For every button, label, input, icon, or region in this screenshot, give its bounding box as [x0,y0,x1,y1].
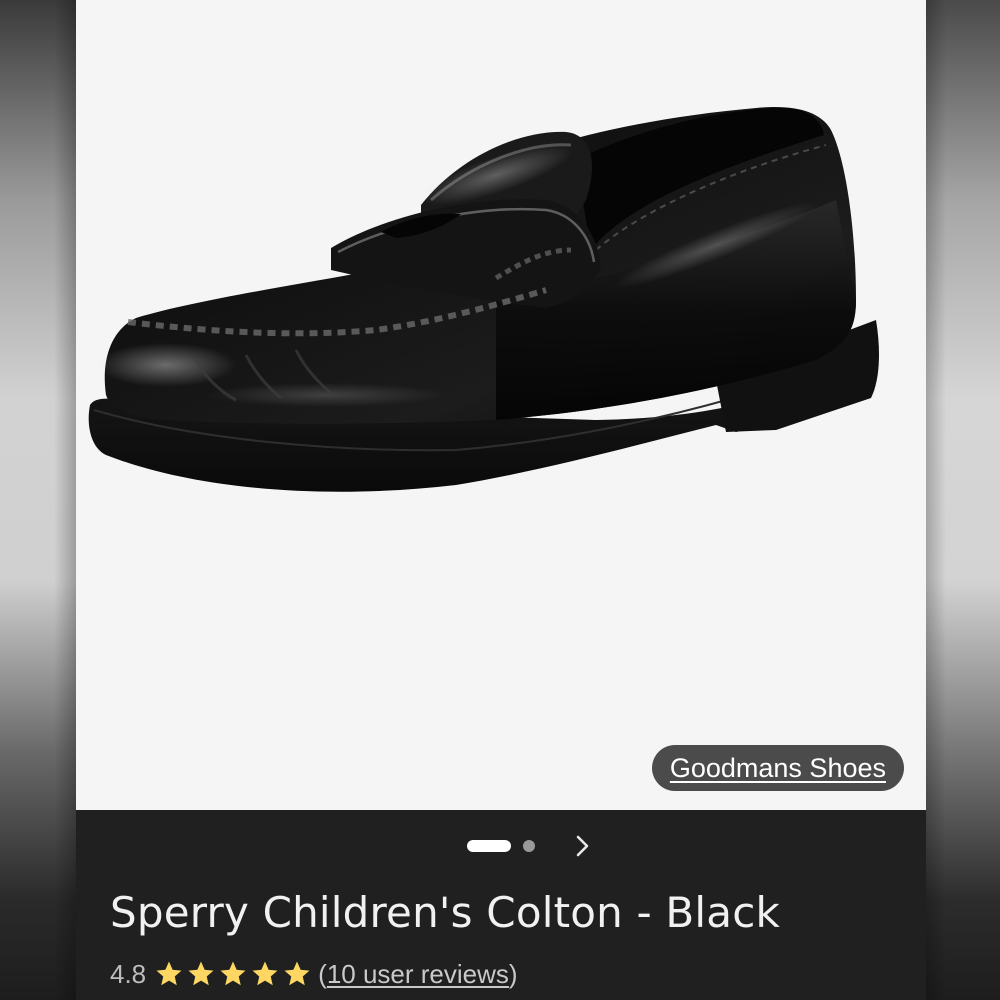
reviews-close-paren: ) [508,958,518,989]
pager-dot[interactable] [523,840,535,852]
chevron-right-icon [576,835,589,857]
reviews-link[interactable]: (10 user reviews) [318,959,517,990]
source-chip[interactable]: Goodmans Shoes [651,745,904,791]
product-card: Goodmans Shoes Sperry Children's Colton … [76,0,926,1000]
image-pager [76,828,926,864]
reviews-open-paren: ( [318,958,327,989]
rating-value: 4.8 [110,958,147,989]
star-icon [188,961,214,986]
source-chip-label[interactable]: Goodmans Shoes [670,753,886,784]
star-icon [252,961,278,986]
left-blur-gutter [0,0,76,1000]
product-image[interactable] [76,0,926,810]
right-blur-gutter [924,0,1000,1000]
pager-dot-active[interactable] [467,840,511,852]
star-icon [220,961,246,986]
star-icon [156,961,182,986]
product-image-area[interactable]: Goodmans Shoes [76,0,926,810]
next-image-button[interactable] [568,828,598,864]
product-title: Sperry Children's Colton - Black [110,888,781,937]
star-icon [284,961,310,986]
reviews-link-text[interactable]: 10 user reviews [327,959,509,989]
rating-row: 4.8 (10 user reviews) [110,956,518,992]
star-rating [154,959,312,989]
